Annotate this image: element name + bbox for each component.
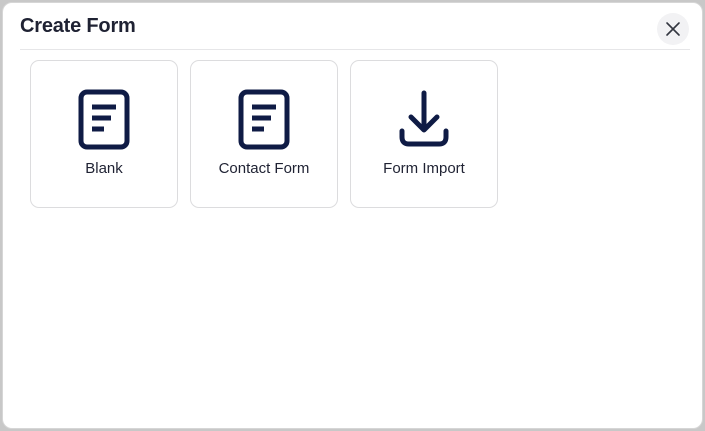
form-type-options: Blank Contact Form Form Import	[30, 60, 498, 208]
header-divider	[20, 49, 690, 50]
create-form-dialog: Create Form Blank Contact Form Form Impo…	[2, 2, 703, 429]
form-import-option-card[interactable]: Form Import	[350, 60, 498, 208]
close-button[interactable]	[657, 13, 689, 45]
dialog-header: Create Form	[3, 3, 702, 49]
download-icon	[396, 89, 452, 153]
dialog-title: Create Form	[20, 15, 136, 37]
document-icon	[76, 89, 132, 153]
card-label-form-import: Form Import	[383, 160, 465, 177]
close-icon	[666, 22, 680, 36]
blank-option-card[interactable]: Blank	[30, 60, 178, 208]
contact-form-option-card[interactable]: Contact Form	[190, 60, 338, 208]
card-label-contact-form: Contact Form	[218, 160, 310, 177]
card-label-blank: Blank	[85, 160, 123, 177]
document-icon	[236, 89, 292, 153]
